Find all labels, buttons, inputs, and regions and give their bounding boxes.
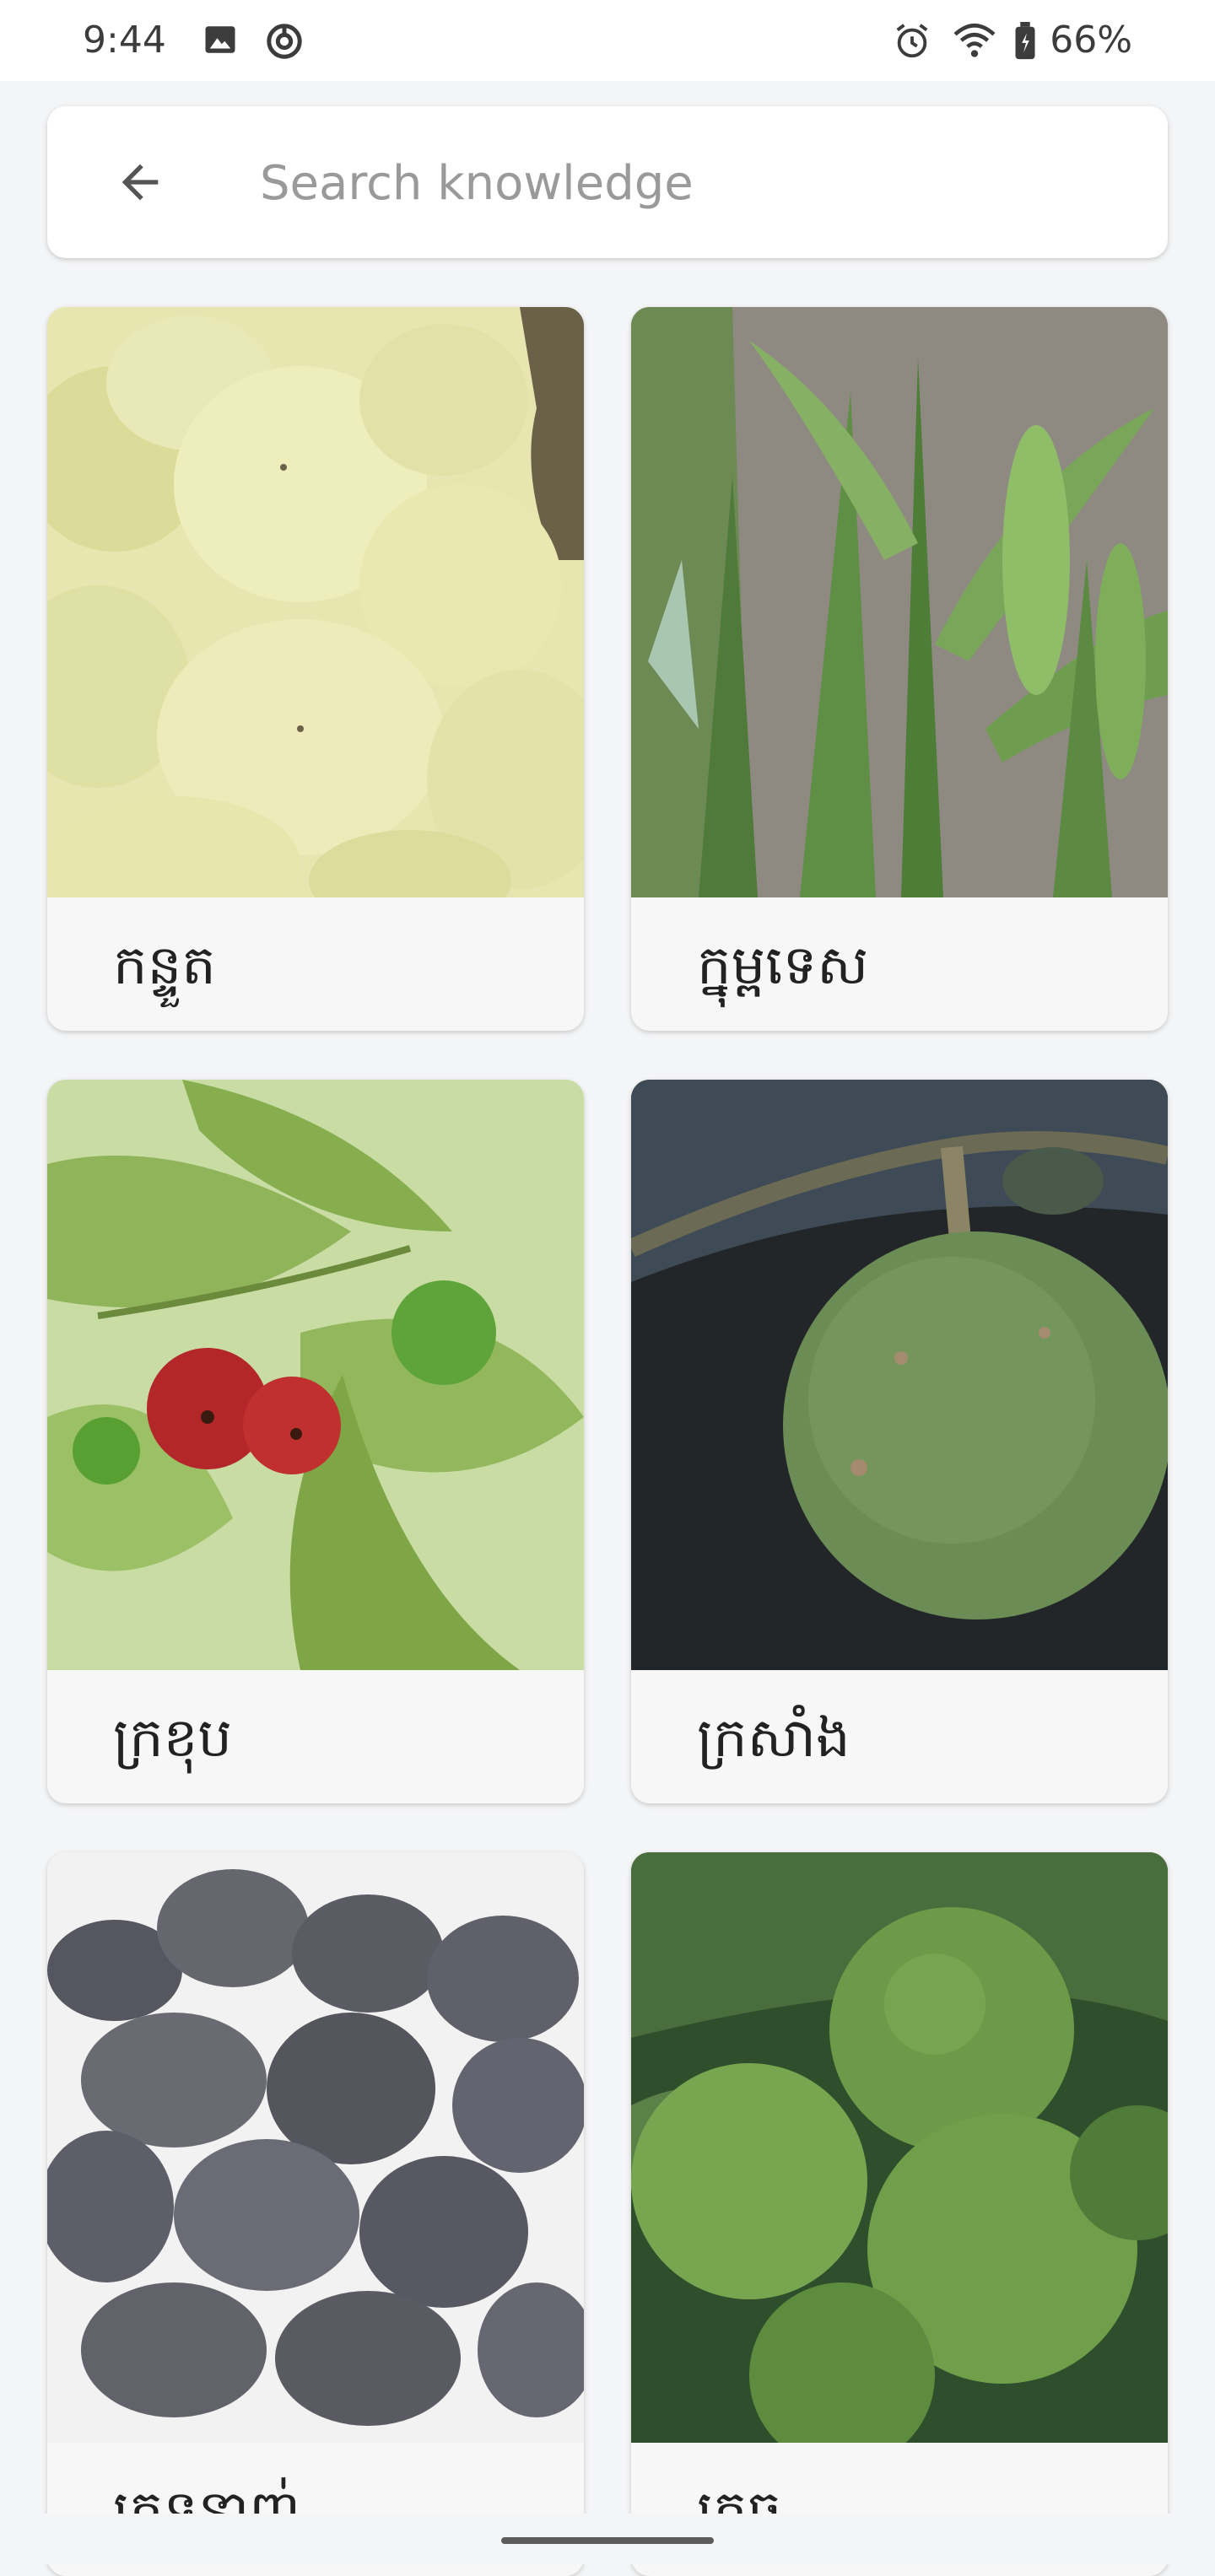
star-gooseberry-image bbox=[47, 307, 584, 897]
knowledge-card[interactable]: ក្រទន្លាញ់ bbox=[47, 1852, 584, 2576]
status-bar: 9:44 66% bbox=[0, 0, 1215, 81]
card-label: ក្នុម្ពទេស bbox=[697, 935, 869, 997]
card-label: ក្រខុប bbox=[113, 1707, 232, 1770]
knowledge-card[interactable]: ក្នុម្ពទេស bbox=[631, 307, 1168, 1031]
search-bar bbox=[47, 106, 1168, 258]
legume-plant-image bbox=[631, 307, 1168, 897]
back-button[interactable] bbox=[101, 143, 179, 221]
search-input[interactable] bbox=[258, 140, 1105, 226]
dark-plums-image bbox=[47, 1852, 584, 2443]
card-label: ក្រសាំង bbox=[697, 1707, 850, 1770]
vpn-icon bbox=[265, 22, 304, 64]
alarm-icon bbox=[893, 22, 932, 64]
knowledge-card[interactable]: កន្ទួត bbox=[47, 307, 584, 1031]
red-berries-image bbox=[47, 1080, 584, 1670]
arrow-back-icon bbox=[122, 164, 159, 201]
home-gesture-handle[interactable] bbox=[501, 2537, 714, 2544]
green-oranges-image bbox=[631, 1852, 1168, 2443]
battery-percent: 66% bbox=[1050, 19, 1132, 62]
knowledge-card[interactable]: ក្រសាំង bbox=[631, 1080, 1168, 1803]
knowledge-card[interactable]: ក្រខុប bbox=[47, 1080, 584, 1803]
knowledge-card[interactable]: ក្រូច bbox=[631, 1852, 1168, 2576]
wood-apple-image bbox=[631, 1080, 1168, 1670]
status-time: 9:44 bbox=[83, 19, 166, 62]
image-icon bbox=[202, 22, 238, 61]
battery-icon bbox=[1012, 22, 1038, 64]
card-label: កន្ទួត bbox=[113, 935, 216, 997]
wifi-icon bbox=[953, 22, 996, 64]
